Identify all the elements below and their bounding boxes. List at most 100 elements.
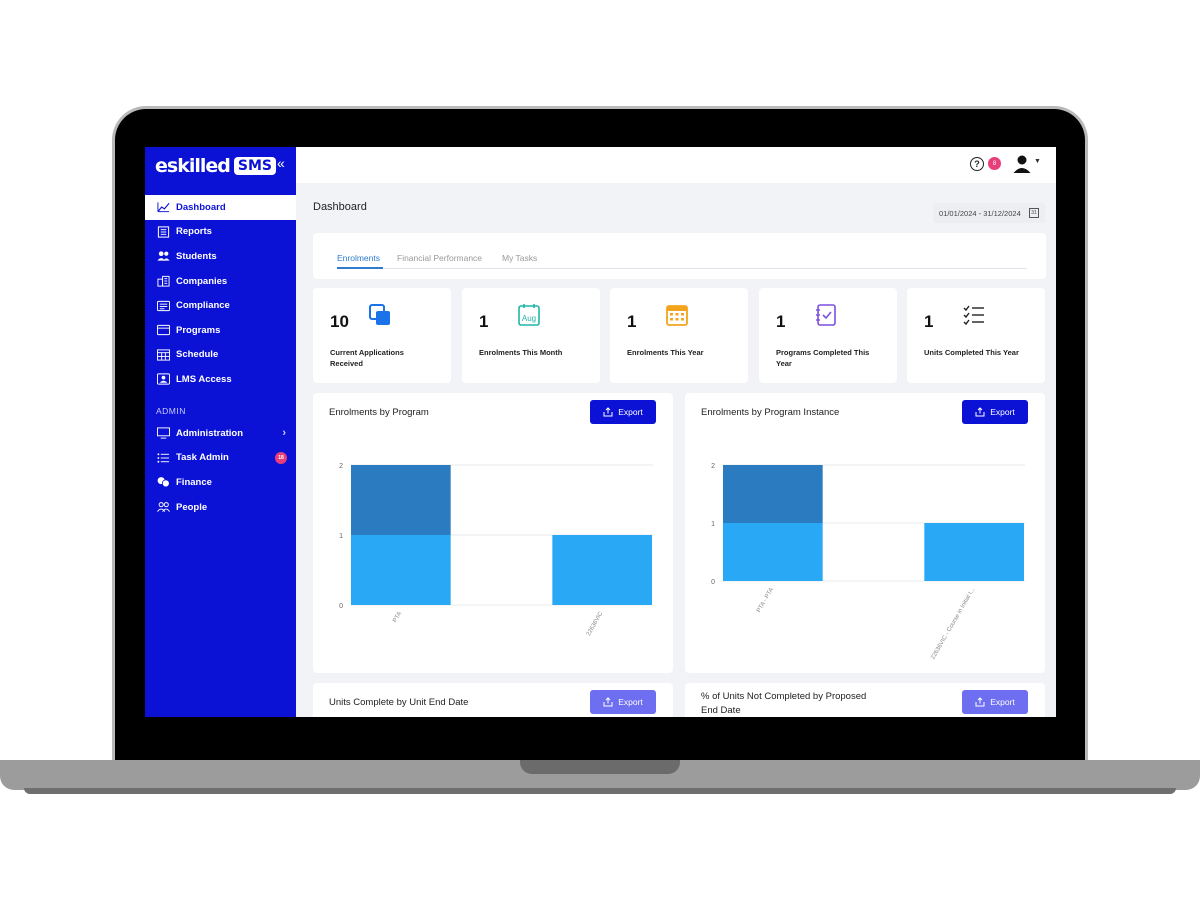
bar-chart-program-instance: 0 1 2 PTA - PTA 22636VIC - Course in Initial… [711, 463, 1025, 661]
chart-card-units-complete: Units Complete by Unit End Date Export [313, 683, 673, 717]
help-icon[interactable]: ? [970, 157, 984, 171]
logo-badge: SMS [233, 157, 276, 175]
stat-value: 10 [330, 312, 349, 331]
stat-label: Enrolments This Month [479, 348, 563, 357]
sidebar-item-label: Schedule [176, 349, 219, 361]
monitor-icon [156, 427, 170, 439]
user-icon[interactable] [1012, 154, 1032, 174]
chart-title-line1: % of Units Not Completed by Proposed [701, 691, 867, 702]
export-button[interactable]: Export [590, 690, 656, 714]
bar [723, 465, 823, 523]
stat-label: Current Applications Received [330, 348, 404, 368]
x-tick-label: 22636VIC [586, 610, 605, 637]
task-list-icon [963, 305, 984, 326]
schedule-icon [156, 349, 170, 361]
logo[interactable]: eskilled SMS [155, 155, 276, 177]
people-icon [156, 501, 170, 513]
tab-my-tasks[interactable]: My Tasks [502, 253, 537, 263]
building-icon [156, 275, 170, 287]
bar [351, 535, 451, 605]
tab-enrolments[interactable]: Enrolments [337, 253, 380, 263]
topbar: ? 8 ▼ [296, 147, 1056, 183]
stat-card-units-completed: 1 Units Completed This Year [907, 288, 1045, 383]
sidebar-item-students[interactable]: Students [145, 244, 296, 269]
sidebar-item-finance[interactable]: Finance [145, 470, 296, 495]
tab-financial-performance[interactable]: Financial Performance [397, 253, 482, 263]
list-icon [156, 452, 170, 464]
date-range-value: 01/01/2024 - 31/12/2024 [939, 208, 1021, 218]
export-label: Export [990, 697, 1015, 707]
calendar-month-icon: Aug [518, 304, 540, 326]
bar [351, 465, 451, 535]
stat-card-enrolments-year: 1 Enrolments This Year [610, 288, 748, 383]
export-label: Export [618, 697, 643, 707]
sidebar-item-lms-access[interactable]: LMS Access [145, 367, 296, 392]
sidebar-item-label: Task Admin [176, 452, 229, 464]
stat-label: Units Completed This Year [924, 348, 1019, 357]
programs-icon [156, 324, 170, 336]
sidebar-item-task-admin[interactable]: Task Admin 18 [145, 446, 296, 471]
bar [723, 523, 823, 581]
sidebar-item-label: Dashboard [176, 201, 226, 213]
laptop-base-shadow [24, 788, 1176, 794]
calendar-month-text: Aug [522, 314, 536, 323]
x-tick-label: 22636VIC - Course in Initial I... [930, 587, 976, 661]
y-tick-label: 2 [339, 463, 343, 470]
stat-value: 1 [924, 312, 934, 331]
task-count-badge: 18 [275, 451, 287, 464]
sidebar: eskilled SMS « Dashboard Reports Student… [145, 147, 296, 717]
sidebar-nav: Dashboard Reports Students Companies Com… [145, 195, 296, 392]
export-button[interactable]: Export [962, 690, 1028, 714]
sidebar-item-administration[interactable]: Administration › [145, 421, 296, 446]
stat-card-applications: 10 Current Applications Received [313, 288, 451, 383]
stat-value: 1 [776, 312, 786, 331]
bar [924, 523, 1024, 581]
sidebar-item-companies[interactable]: Companies [145, 269, 296, 294]
sidebar-item-label: Companies [176, 275, 228, 287]
admin-nav: Administration › Task Admin 18 Finance P… [145, 421, 296, 519]
sidebar-item-dashboard[interactable]: Dashboard [145, 195, 296, 220]
logo-text: eskilled [155, 155, 231, 177]
bar [552, 535, 652, 605]
notification-badge[interactable]: 8 [988, 157, 1001, 170]
laptop-notch [520, 760, 680, 774]
coins-icon [156, 476, 170, 488]
date-range-picker[interactable]: 01/01/2024 - 31/12/2024 31 [933, 203, 1045, 223]
stat-value: 1 [479, 312, 489, 331]
sidebar-item-compliance[interactable]: Compliance [145, 293, 296, 318]
calendar-year-icon [666, 305, 688, 326]
sidebar-item-reports[interactable]: Reports [145, 220, 296, 245]
export-icon [975, 697, 985, 707]
stat-card-enrolments-month: 1 Aug Enrolments This Month [462, 288, 600, 383]
sidebar-item-label: Administration [176, 427, 244, 439]
stat-label: Programs Completed This Year [776, 348, 870, 368]
copy-squares-icon [369, 304, 390, 325]
stat-value: 1 [627, 312, 637, 331]
tab-active-indicator [337, 267, 383, 269]
chart-card-enrolments-by-program: Enrolments by Program Export 0 1 2 PTA 22636… [313, 393, 673, 673]
collapse-sidebar-icon[interactable]: « [277, 155, 285, 171]
chart-card-enrolments-by-program-instance: Enrolments by Program Instance Export 01… [685, 393, 1045, 673]
tab-underline [337, 268, 1027, 269]
y-tick-label: 1 [711, 521, 715, 528]
sidebar-item-label: LMS Access [176, 373, 232, 385]
sidebar-item-label: Reports [176, 226, 212, 238]
report-icon [156, 226, 170, 238]
chevron-right-icon: › [282, 427, 286, 440]
y-tick-label: 2 [711, 463, 715, 470]
x-tick-label: PTA - PTA [756, 587, 775, 614]
lms-icon [156, 373, 170, 386]
bar-chart-program: 0 1 2 PTA 22636VIC [339, 463, 653, 637]
sidebar-item-people[interactable]: People [145, 495, 296, 520]
chart-title: Units Complete by Unit End Date [329, 697, 469, 708]
y-tick-label: 0 [339, 603, 343, 610]
sidebar-item-schedule[interactable]: Schedule [145, 343, 296, 368]
caret-down-icon[interactable]: ▼ [1034, 158, 1041, 165]
sidebar-item-label: Compliance [176, 300, 230, 312]
checklist-notebook-icon [816, 304, 836, 326]
page-title: Dashboard [313, 201, 367, 213]
sidebar-item-programs[interactable]: Programs [145, 318, 296, 343]
stat-label: Enrolments This Year [627, 348, 704, 357]
students-icon [156, 250, 170, 262]
sidebar-item-label: Programs [176, 324, 221, 336]
